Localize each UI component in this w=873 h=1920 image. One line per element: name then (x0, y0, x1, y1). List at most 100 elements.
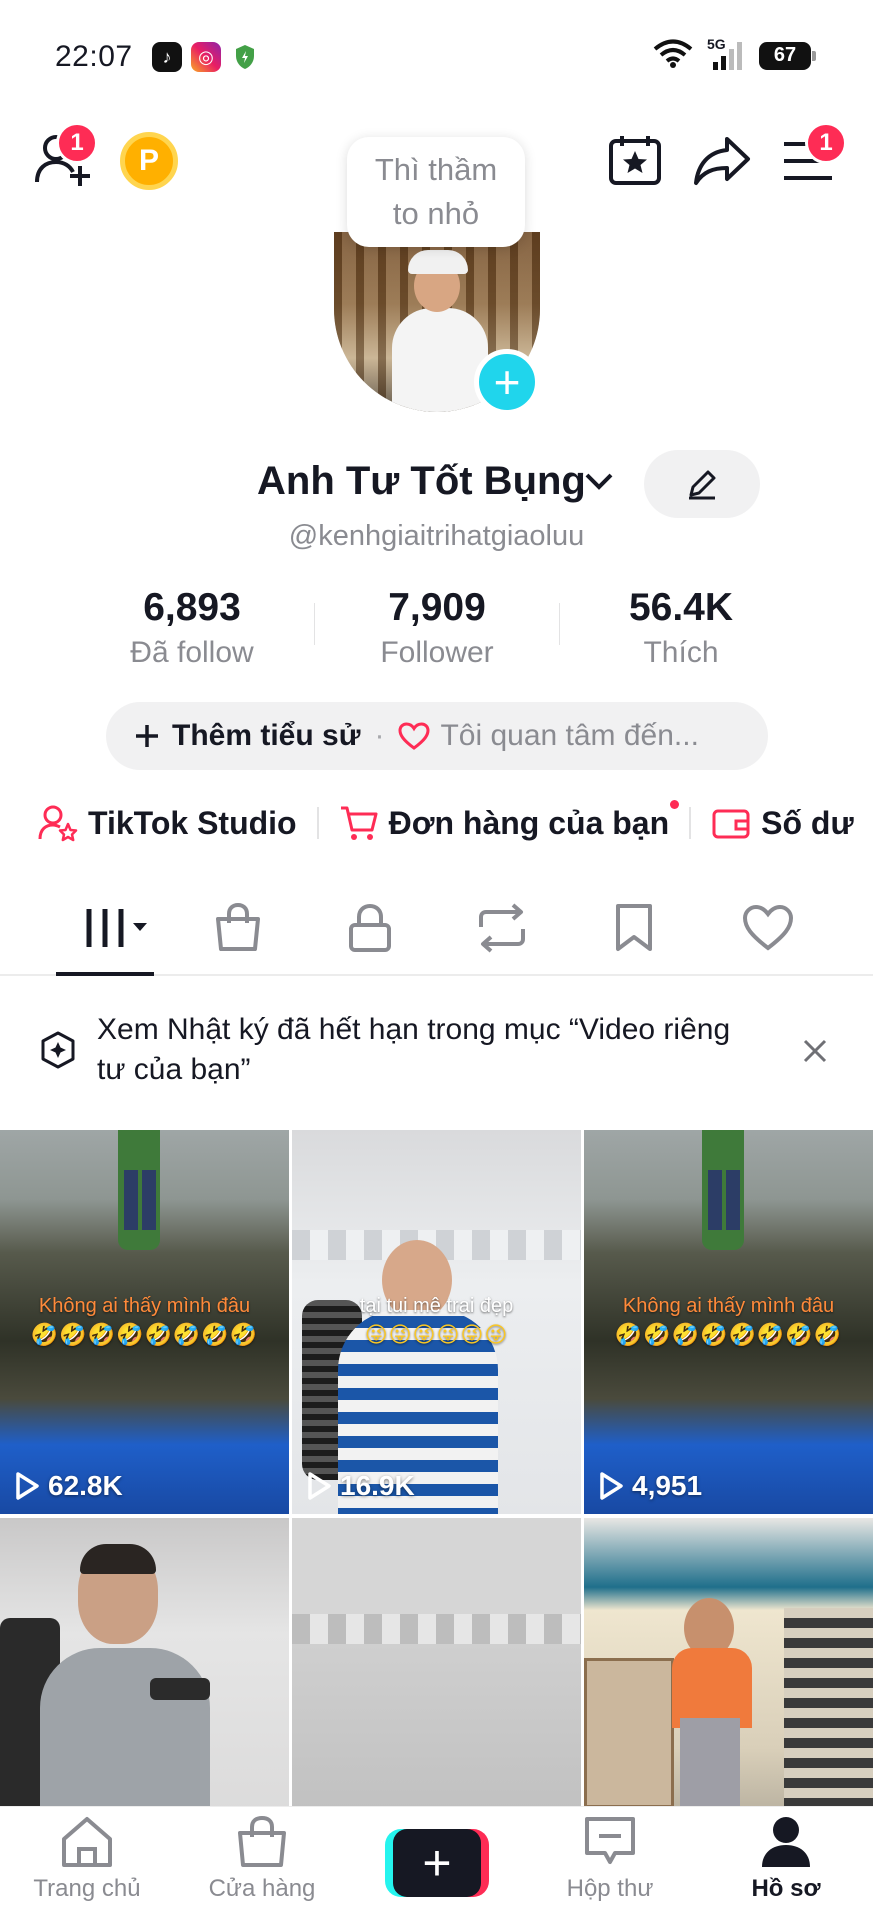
nav-profile-label: Hồ sơ (751, 1875, 821, 1902)
expired-diary-notice: Xem Nhật ký đã hết hạn trong mục “Video … (0, 1000, 873, 1110)
bio-pill[interactable]: Thêm tiểu sử · Tôi quan tâm đến... (106, 702, 768, 770)
shopping-cart-icon (340, 806, 378, 840)
notice-text[interactable]: Xem Nhật ký đã hết hạn trong mục “Video … (97, 1010, 757, 1090)
nav-home[interactable]: Trang chủ (17, 1815, 157, 1903)
interests-label: Tôi quan tâm đến... (440, 719, 699, 752)
following-stat[interactable]: 6,893 Đã follow (92, 585, 292, 673)
nav-shop-label: Cửa hàng (208, 1875, 316, 1902)
home-icon (62, 1817, 112, 1867)
status-indicators: 5G 67 (653, 36, 816, 73)
plus-icon (136, 725, 158, 747)
nav-shop[interactable]: Cửa hàng (192, 1815, 332, 1903)
edit-profile-button[interactable] (644, 450, 760, 518)
view-count: 62.8K (14, 1470, 123, 1502)
add-bio-button[interactable]: Thêm tiểu sử (134, 719, 360, 753)
chevron-down-icon[interactable] (584, 471, 614, 496)
video-caption: Không ai thấy mình đâu (622, 1295, 835, 1317)
grid-columns-icon (86, 909, 147, 947)
play-icon (16, 1472, 39, 1500)
followers-count: 7,909 (388, 586, 486, 629)
avatar-add-button[interactable]: + (474, 349, 540, 415)
orders-shortcut[interactable]: Đơn hàng của bạn (339, 800, 680, 842)
create-button[interactable]: + (385, 1829, 489, 1897)
following-label: Đã follow (130, 636, 254, 669)
tiktok-app-icon: ♪ (152, 42, 182, 72)
nav-home-label: Trang chủ (33, 1875, 141, 1902)
stat-divider (314, 603, 315, 645)
plus-icon: + (393, 1829, 481, 1897)
view-count: 4,951 (598, 1470, 702, 1502)
tooltip-line-1: Thì thầm (374, 152, 498, 187)
balance-label: Số dư (761, 804, 854, 841)
video-caption: Không ai thấy mình đâu (38, 1295, 251, 1317)
tab-reposts[interactable] (462, 900, 542, 956)
bottom-navigation: Trang chủ Cửa hàng + Hộp thư Hồ sơ (0, 1806, 873, 1920)
cellular-signal-icon: 5G (707, 36, 745, 72)
orders-notification-dot (670, 800, 680, 809)
active-tab-indicator (56, 972, 154, 976)
wallet-icon (712, 809, 750, 839)
calendar-star-icon (609, 136, 661, 185)
followers-label: Follower (380, 636, 494, 669)
nav-profile[interactable]: Hồ sơ (716, 1815, 856, 1903)
tab-private[interactable] (330, 900, 410, 956)
pencil-icon (689, 470, 716, 500)
username-handle: @kenhgiaitrihatgiaoluu (288, 520, 585, 552)
add-friends-badge: 1 (56, 122, 98, 164)
inbox-message-icon (585, 1817, 635, 1864)
status-bar: 22:07 ♪ ◎ 5G 67 (0, 0, 873, 110)
tiktok-studio-shortcut[interactable]: TikTok Studio (38, 804, 297, 842)
likes-stat[interactable]: 56.4K Thích (581, 585, 781, 673)
wifi-icon (653, 38, 693, 73)
share-arrow-icon (694, 137, 750, 185)
play-icon (600, 1472, 623, 1500)
video-thumbnail[interactable]: Không ai thấy mình đâu 🤣🤣🤣🤣🤣🤣🤣🤣 62.8K (0, 1130, 289, 1514)
stat-divider (559, 603, 560, 645)
likes-count: 56.4K (628, 586, 734, 629)
nav-inbox-label: Hộp thư (566, 1875, 654, 1902)
tooltip-line-2: to nhỏ (392, 196, 480, 231)
shortcut-divider (316, 807, 319, 839)
tiktok-studio-label: TikTok Studio (88, 804, 297, 841)
sparkle-icon (38, 1030, 78, 1075)
status-note-tooltip[interactable]: Thì thầm to nhỏ (347, 137, 525, 247)
person-star-icon (38, 805, 78, 842)
interests-button[interactable]: Tôi quan tâm đến... (398, 719, 699, 753)
creator-calendar-button[interactable] (608, 133, 662, 192)
close-icon[interactable] (800, 1036, 830, 1071)
lock-icon (349, 903, 391, 952)
share-profile-button[interactable] (693, 135, 751, 192)
nav-inbox[interactable]: Hộp thư (540, 1815, 680, 1903)
video-thumbnail[interactable]: tại tui mê trai đẹp 😜😜😜😜😜😜 16.9K (292, 1130, 581, 1514)
view-count: 16.9K (306, 1470, 415, 1502)
tab-videos[interactable] (70, 900, 160, 956)
add-bio-label: Thêm tiểu sử (172, 719, 361, 752)
coin-button[interactable]: P (120, 132, 178, 190)
followers-stat[interactable]: 7,909 Follower (337, 585, 537, 673)
repost-icon (479, 903, 525, 953)
shortcut-divider (689, 807, 692, 839)
video-emojis: 🤣🤣🤣🤣🤣🤣🤣🤣 (614, 1322, 843, 1347)
instagram-app-icon: ◎ (191, 42, 221, 72)
profile-person-icon (762, 1817, 810, 1867)
video-emojis: 🤣🤣🤣🤣🤣🤣🤣🤣 (30, 1322, 259, 1347)
bio-separator: · (374, 719, 385, 752)
menu-badge: 1 (805, 122, 847, 164)
tab-shop[interactable] (198, 900, 278, 956)
video-thumbnail[interactable]: Không ai thấy mình đâu 🤣🤣🤣🤣🤣🤣🤣🤣 4,951 (584, 1130, 873, 1514)
shield-icon (230, 42, 260, 72)
shop-bag-icon (238, 1815, 286, 1867)
battery-indicator: 67 (759, 41, 816, 70)
heart-icon (742, 904, 794, 951)
status-time: 22:07 (55, 40, 133, 73)
balance-shortcut[interactable]: Số dư (711, 805, 854, 842)
display-name[interactable]: Anh Tư Tốt Bụng (257, 459, 586, 504)
play-icon (308, 1472, 331, 1500)
profile-shortcuts: TikTok Studio Đơn hàng của bạn Số dư (38, 795, 854, 851)
profile-stats: 6,893 Đã follow 7,909 Follower 56.4K Thí… (0, 585, 873, 675)
tab-saved[interactable] (594, 900, 674, 956)
tab-liked[interactable] (728, 900, 808, 956)
heart-outline-icon (398, 722, 430, 750)
video-emojis: 😜😜😜😜😜😜 (364, 1322, 509, 1347)
video-caption: tại tui mê trai đẹp (359, 1295, 514, 1317)
